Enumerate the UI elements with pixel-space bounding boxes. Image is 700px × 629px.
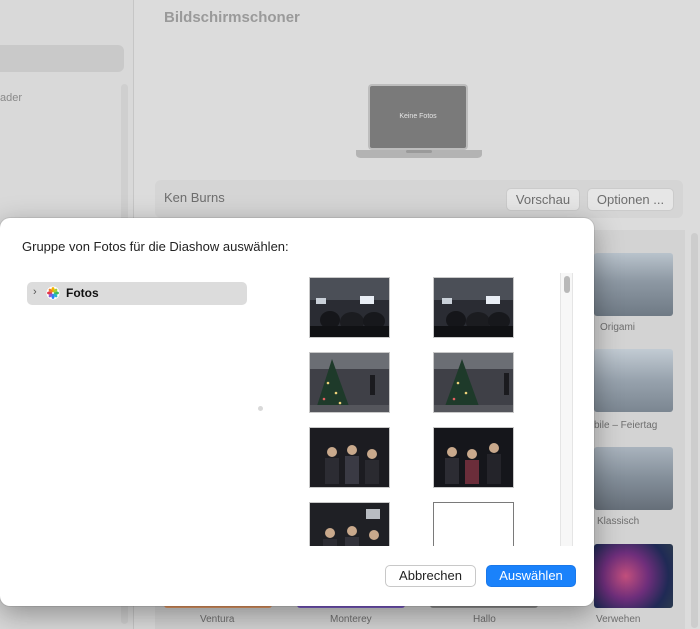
- style-name: Ken Burns: [164, 190, 225, 205]
- photos-app-icon: [45, 285, 61, 301]
- screensaver-preview: Keine Fotos: [356, 84, 482, 160]
- sidebar-selected-item[interactable]: [0, 45, 124, 72]
- gallery-label-drift: Verwehen: [596, 614, 641, 625]
- select-photos-dialog: Gruppe von Fotos für die Diashow auswähl…: [0, 218, 594, 606]
- gallery-label-mobile-holiday: bile – Feiertag: [594, 420, 658, 431]
- photo-thumbnail[interactable]: [433, 277, 514, 338]
- gallery-thumb-classic[interactable]: [594, 447, 673, 510]
- gallery-label-hello: Hallo: [473, 614, 496, 625]
- chevron-right-icon[interactable]: ›: [33, 286, 37, 298]
- photo-thumbnail[interactable]: [309, 277, 390, 338]
- gallery-label-monterey: Monterey: [330, 614, 372, 625]
- options-button[interactable]: Optionen ...: [587, 188, 674, 211]
- gallery-label-origami: Origami: [600, 322, 636, 333]
- preview-button[interactable]: Vorschau: [506, 188, 580, 211]
- scrollbar-knob[interactable]: [564, 276, 570, 293]
- select-button[interactable]: Auswählen: [486, 565, 576, 587]
- gallery-thumb-drift[interactable]: [594, 544, 673, 608]
- photo-thumbnail[interactable]: [433, 502, 514, 546]
- dialog-title: Gruppe von Fotos für die Diashow auswähl…: [22, 239, 289, 254]
- photo-grid-scrollbar[interactable]: [560, 273, 573, 546]
- page-title: Bildschirmschoner: [164, 9, 300, 26]
- gallery-label-classic: Klassisch: [597, 516, 640, 527]
- photo-thumbnail[interactable]: [433, 427, 514, 488]
- loading-indicator: [258, 406, 263, 411]
- source-tree-label: Fotos: [66, 286, 99, 300]
- photo-thumbnail[interactable]: [433, 352, 514, 413]
- gallery-thumb-mobile-holiday[interactable]: [594, 349, 673, 412]
- gallery-label-ventura: Ventura: [200, 614, 235, 625]
- photo-thumbnail[interactable]: [309, 427, 390, 488]
- photo-thumbnail[interactable]: [309, 502, 390, 546]
- sidebar-item-label[interactable]: ader: [0, 92, 22, 104]
- source-tree-item-photos[interactable]: › Fotos: [27, 282, 247, 305]
- gallery-scrollbar[interactable]: [691, 233, 698, 628]
- photo-grid: [300, 273, 558, 546]
- cancel-button[interactable]: Abbrechen: [385, 565, 476, 587]
- preview-text: Keine Fotos: [399, 113, 437, 120]
- photo-thumbnail[interactable]: [309, 352, 390, 413]
- gallery-thumb-origami[interactable]: [594, 253, 673, 316]
